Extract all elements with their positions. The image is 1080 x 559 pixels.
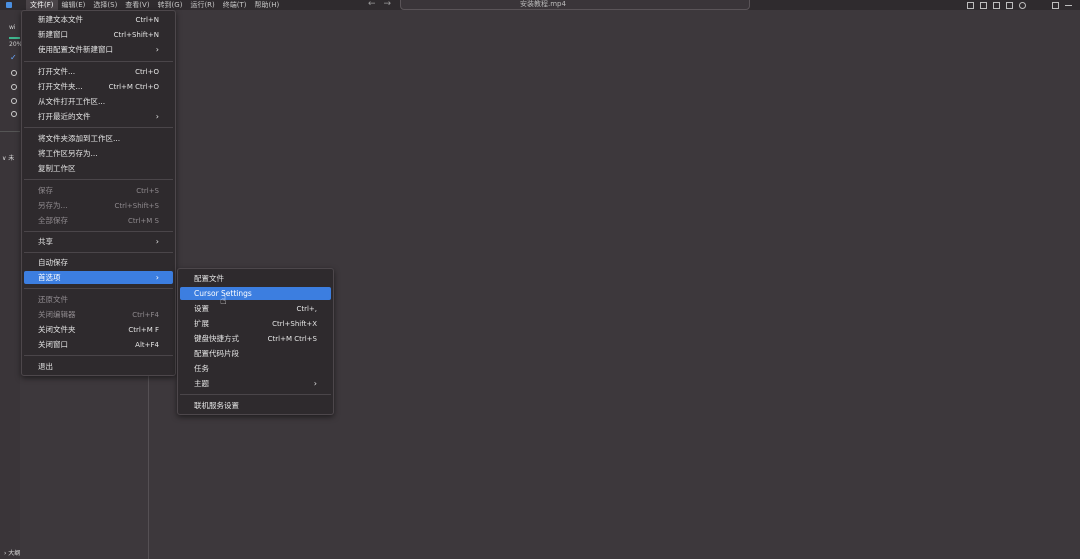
menu-item-close-editor[interactable]: 关闭编辑器 Ctrl+F4 [24, 308, 173, 321]
progress-bar [9, 37, 20, 39]
menu-separator [24, 288, 173, 289]
chevron-right-icon: › [155, 112, 159, 121]
menu-view[interactable]: 查看(V) [121, 0, 153, 10]
chevron-right-icon: › [155, 273, 159, 282]
menu-item-auto-save[interactable]: 自动保存 [24, 256, 173, 269]
command-center-search[interactable] [400, 0, 750, 10]
menu-item-save-all[interactable]: 全部保存 Ctrl+M S [24, 214, 173, 227]
menu-item-close-folder[interactable]: 关闭文件夹 Ctrl+M F [24, 323, 173, 336]
forward-arrow-icon[interactable]: → [384, 0, 392, 10]
menu-item-open-folder[interactable]: 打开文件夹... Ctrl+M Ctrl+O [24, 80, 173, 93]
menu-item-settings[interactable]: 设置 Ctrl+, [180, 302, 331, 315]
hand-cursor-icon: ☝ [220, 294, 227, 307]
menu-item-exit[interactable]: 退出 [24, 360, 173, 373]
restore-window-icon[interactable] [1052, 1, 1059, 9]
minimize-icon[interactable] [1065, 4, 1072, 6]
menu-item-open-file[interactable]: 打开文件... Ctrl+O [24, 65, 173, 78]
gear-icon[interactable] [1019, 1, 1026, 9]
menu-item-preferences[interactable]: 首选项 › [24, 271, 173, 284]
layout-icon[interactable] [1006, 1, 1013, 9]
nav-arrows: ← → [368, 0, 391, 10]
menu-selection[interactable]: 选择(S) [89, 0, 121, 10]
toggle-secondary-sidebar-icon[interactable] [993, 1, 1000, 9]
menu-item-open-workspace[interactable]: 从文件打开工作区... [24, 95, 173, 108]
chevron-right-icon: › [155, 237, 159, 246]
menu-item-new-window[interactable]: 新建窗口 Ctrl+Shift+N [24, 28, 173, 41]
sidebar-label: wi [9, 24, 16, 31]
check-icon: ✓ [10, 53, 17, 62]
menu-bar: 文件(F) 编辑(E) 选择(S) 查看(V) 转到(G) 运行(R) 终端(T… [26, 0, 283, 10]
menu-terminal[interactable]: 终端(T) [219, 0, 251, 10]
toggle-sidebar-icon[interactable] [967, 1, 974, 9]
chevron-right-icon: › [155, 45, 159, 54]
menu-edit[interactable]: 编辑(E) [58, 0, 90, 10]
menu-item-share[interactable]: 共享 › [24, 235, 173, 248]
menu-item-new-text-file[interactable]: 新建文本文件 Ctrl+N [24, 13, 173, 26]
menu-item-new-window-profile[interactable]: 使用配置文件新建窗口 › [24, 43, 173, 56]
menu-separator [24, 355, 173, 356]
menu-separator [180, 394, 331, 395]
menu-item-add-folder-workspace[interactable]: 将文件夹添加到工作区... [24, 132, 173, 145]
sidebar: wi 20% [0, 10, 22, 559]
preferences-submenu: 配置文件 Cursor Settings 设置 Ctrl+, 扩展 Ctrl+Shi… [177, 268, 334, 415]
menu-item-extensions[interactable]: 扩展 Ctrl+Shift+X [180, 317, 331, 330]
chevron-right-icon: › [313, 379, 317, 388]
toggle-panel-icon[interactable] [980, 1, 987, 9]
menu-item-theme[interactable]: 主题 › [180, 377, 331, 390]
sidebar-divider [0, 131, 20, 132]
menu-item-keyboard-shortcuts[interactable]: 键盘快捷方式 Ctrl+M Ctrl+S [180, 332, 331, 345]
file-menu: 新建文本文件 Ctrl+N 新建窗口 Ctrl+Shift+N 使用配置文件新建窗口… [21, 10, 176, 376]
menu-item-cursor-settings[interactable]: Cursor Settings [180, 287, 331, 300]
menu-separator [24, 127, 173, 128]
menu-item-tasks[interactable]: 任务 [180, 362, 331, 375]
menu-item-profiles[interactable]: 配置文件 [180, 272, 331, 285]
menu-item-duplicate-workspace[interactable]: 复制工作区 [24, 162, 173, 175]
radio-icon[interactable] [11, 98, 17, 104]
menu-item-save-as[interactable]: 另存为... Ctrl+Shift+S [24, 199, 173, 212]
menu-item-online-services[interactable]: 联机服务设置 [180, 399, 331, 412]
menu-item-close-window[interactable]: 关闭窗口 Alt+F4 [24, 338, 173, 351]
window-controls [967, 0, 1072, 10]
menu-file[interactable]: 文件(F) [26, 0, 58, 10]
menu-run[interactable]: 运行(R) [186, 0, 218, 10]
overlay-title: 安装教程.mp4 [520, 0, 566, 8]
menu-separator [24, 61, 173, 62]
radio-icon[interactable] [11, 111, 17, 117]
radio-icon[interactable] [11, 84, 17, 90]
menu-item-snippets[interactable]: 配置代码片段 [180, 347, 331, 360]
app-logo-icon [6, 2, 12, 8]
menu-separator [24, 231, 173, 232]
menu-item-save[interactable]: 保存 Ctrl+S [24, 184, 173, 197]
menu-separator [24, 179, 173, 180]
menu-separator [24, 252, 173, 253]
sidebar-section-header[interactable]: ∨ 未 [2, 153, 14, 162]
outline-section-header[interactable]: › 大纲 [4, 548, 20, 557]
menu-item-save-workspace-as[interactable]: 将工作区另存为... [24, 147, 173, 160]
menu-help[interactable]: 帮助(H) [251, 0, 284, 10]
menu-item-revert-file[interactable]: 还原文件 [24, 293, 173, 306]
menu-go[interactable]: 转到(G) [154, 0, 187, 10]
menu-item-open-recent[interactable]: 打开最近的文件 › [24, 110, 173, 123]
radio-icon[interactable] [11, 70, 17, 76]
back-arrow-icon[interactable]: ← [368, 0, 376, 10]
